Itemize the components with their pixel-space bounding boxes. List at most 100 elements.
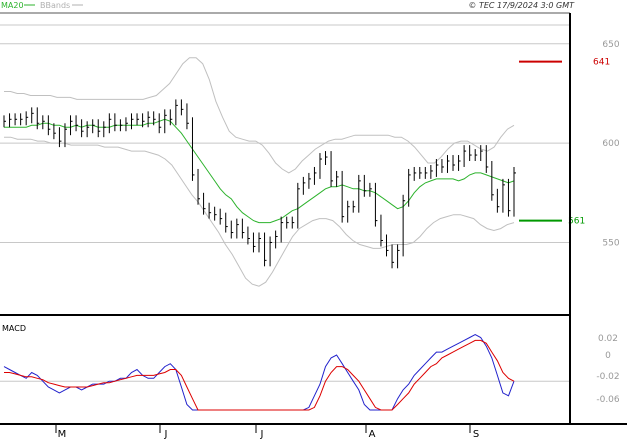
price-bar [125, 117, 128, 132]
price-bar [496, 188, 500, 213]
price-bar [119, 119, 123, 132]
price-bar [513, 166, 516, 217]
price-bar [147, 111, 151, 128]
price-bar [175, 99, 178, 126]
price-bar [446, 155, 450, 173]
price-bar [42, 115, 45, 130]
price-bar [458, 155, 461, 171]
price-bar [58, 127, 62, 148]
price-bar [14, 113, 18, 126]
price-bar [225, 212, 228, 233]
price-bar [502, 178, 505, 213]
price-tick-label: 650 [602, 40, 619, 50]
macd-tick-label: 0 [605, 351, 611, 361]
price-bar [302, 176, 306, 195]
macd-panel: 0.02 0 -0.02 -0.06 [0, 334, 620, 411]
price-bar [507, 178, 511, 217]
price-bar [136, 113, 140, 126]
price-bar [485, 145, 489, 173]
stock-chart: 550600650641561 0.020-0.02-0.06 MJJAS MA… [0, 1, 627, 440]
price-bar [363, 174, 367, 197]
x-tick-label: J [260, 429, 264, 440]
price-bar [313, 166, 317, 185]
bbands-upper-line [4, 57, 515, 174]
price-bar [158, 113, 162, 134]
legend: MA20 BBands © TEC 17/9/2024 3:0 GMT [1, 1, 575, 10]
price-bar [20, 113, 23, 126]
price-bar [474, 149, 478, 162]
price-bar [219, 208, 223, 225]
price-bar [369, 182, 372, 197]
price-panel: 550600650641561 [0, 24, 620, 287]
price-bar [402, 194, 406, 257]
price-bar [341, 170, 345, 223]
price-bar [347, 200, 350, 223]
price-bar [297, 182, 300, 229]
price-bar [491, 161, 494, 201]
price-bar [164, 109, 167, 134]
price-bar [214, 206, 217, 221]
price-bar [452, 155, 456, 171]
price-bar [275, 230, 278, 249]
macd-tick-label: -0.02 [596, 372, 619, 382]
macd-tick-label: -0.06 [596, 395, 620, 405]
price-bar [397, 244, 400, 269]
price-bar [380, 214, 383, 247]
price-bar [9, 113, 12, 128]
price-bar [31, 107, 34, 124]
bbands-lower-line [4, 136, 515, 287]
price-bar [230, 220, 234, 239]
price-bar [247, 226, 250, 245]
price-bar [191, 117, 195, 181]
price-bar [264, 232, 267, 267]
price-bar [441, 159, 444, 173]
price-bar [208, 202, 212, 219]
price-bar [391, 244, 395, 269]
price-bar [430, 164, 433, 179]
price-bar [286, 216, 289, 229]
price-bar [186, 103, 189, 130]
macd-line [3, 334, 515, 411]
price-bar [197, 168, 201, 205]
macd-panel-label: MACD [2, 324, 26, 333]
price-bar [291, 216, 295, 229]
price-bar [36, 107, 40, 130]
legend-bbands: BBands [40, 1, 70, 10]
price-bar [463, 145, 467, 167]
price-bar [70, 115, 73, 136]
price-bar [241, 218, 245, 239]
price-tick-label: 550 [602, 238, 619, 248]
x-tick-label: J [164, 429, 168, 440]
price-bar [352, 200, 356, 213]
price-bar [358, 174, 361, 213]
price-bar [480, 145, 483, 162]
price-bar [469, 145, 472, 162]
macd-tick-label: 0.02 [598, 334, 618, 344]
price-bar [25, 111, 29, 126]
resistance-level-label: 641 [593, 58, 610, 68]
x-tick-label: M [58, 429, 67, 440]
price-bar [3, 115, 6, 128]
macd-signal-line [4, 339, 515, 411]
price-bar [374, 182, 378, 227]
price-bar [47, 115, 51, 136]
x-tick-label: A [369, 429, 376, 440]
price-bar [180, 99, 184, 116]
legend-ma20: MA20 [1, 1, 24, 10]
price-bar [424, 166, 428, 179]
price-bar [319, 153, 322, 179]
price-bar [435, 159, 439, 177]
price-bar [103, 121, 106, 138]
price-bar [269, 236, 273, 267]
ma20-line [4, 118, 515, 224]
price-bar [419, 166, 422, 179]
price-bar [81, 119, 84, 138]
price-bar [97, 119, 101, 138]
price-bar [114, 113, 117, 132]
price-bar [413, 166, 417, 181]
price-bar [325, 151, 328, 165]
price-bar [308, 172, 311, 189]
price-bar [108, 113, 112, 134]
price-tick-label: 600 [602, 139, 619, 149]
x-tick-label: S [473, 429, 479, 440]
